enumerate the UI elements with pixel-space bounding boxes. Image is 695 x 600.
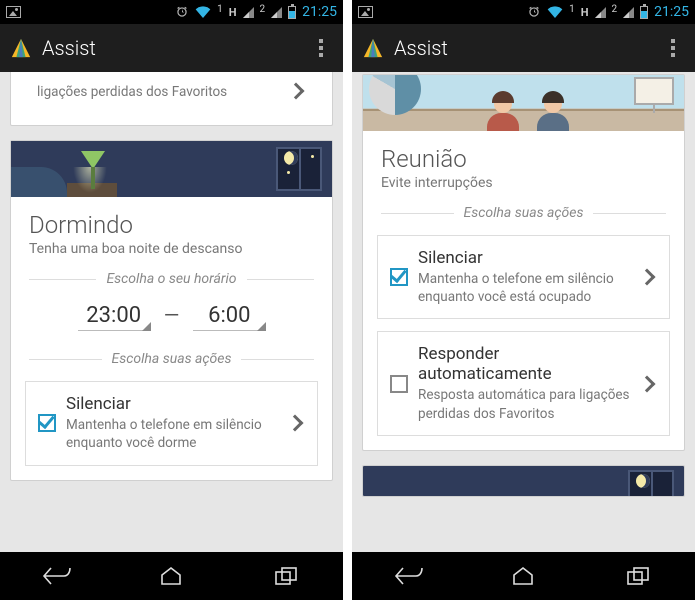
status-clock: 21:25 bbox=[654, 4, 689, 20]
sleep-card-hero bbox=[11, 141, 332, 197]
auto-reply-checkbox[interactable] bbox=[390, 375, 408, 393]
back-button[interactable] bbox=[17, 558, 97, 594]
silence-action-desc: Mantenha o telefone em silêncio enquanto… bbox=[66, 416, 279, 452]
action-bar: Assist bbox=[352, 24, 695, 72]
signal-sim1-icon bbox=[595, 7, 606, 18]
overflow-menu-button[interactable] bbox=[661, 36, 685, 60]
app-logo-icon bbox=[362, 37, 384, 59]
signal-sim2-icon bbox=[623, 7, 634, 18]
meeting-card-subtitle: Evite interrupções bbox=[381, 175, 666, 191]
previous-action-desc: ligações perdidas dos Favoritos bbox=[37, 83, 280, 101]
phone-left: 1 H 2 21:25 Assist ligações perdidas dos… bbox=[0, 0, 343, 600]
network-type-icon: H bbox=[229, 6, 237, 19]
auto-reply-action-title: Responder automaticamente bbox=[418, 344, 631, 384]
nav-bar bbox=[0, 552, 343, 600]
battery-icon bbox=[640, 6, 648, 19]
app-logo-icon bbox=[10, 37, 32, 59]
sleep-card-title: Dormindo bbox=[29, 211, 314, 239]
sleep-card: Dormindo Tenha uma boa noite de descanso… bbox=[10, 140, 333, 480]
home-button[interactable] bbox=[131, 558, 211, 594]
alarm-icon bbox=[175, 5, 189, 19]
chevron-right-icon bbox=[639, 269, 656, 286]
status-bar: 1 H 2 21:25 bbox=[352, 0, 695, 24]
time-dash: — bbox=[164, 303, 180, 327]
next-card-peek bbox=[362, 465, 685, 497]
home-button[interactable] bbox=[483, 558, 563, 594]
time-section-label: Escolha o seu horário bbox=[11, 263, 332, 295]
back-button[interactable] bbox=[369, 558, 449, 594]
battery-icon bbox=[288, 6, 296, 19]
start-time-picker[interactable]: 23:00 bbox=[78, 299, 150, 331]
app-title: Assist bbox=[394, 36, 661, 60]
recents-button[interactable] bbox=[598, 558, 678, 594]
content-area: Reunião Evite interrupções Escolha suas … bbox=[352, 72, 695, 552]
wifi-icon bbox=[547, 6, 563, 18]
silence-action-title: Silenciar bbox=[66, 394, 279, 414]
app-title: Assist bbox=[42, 36, 309, 60]
silence-action-title: Silenciar bbox=[418, 248, 631, 268]
wifi-icon bbox=[195, 6, 211, 18]
nav-bar bbox=[352, 552, 695, 600]
signal-sim1-icon bbox=[243, 7, 254, 18]
signal-sim2-icon bbox=[271, 7, 282, 18]
meeting-card-hero bbox=[363, 75, 684, 131]
meeting-card: Reunião Evite interrupções Escolha suas … bbox=[362, 74, 685, 451]
previous-card-partial: ligações perdidas dos Favoritos bbox=[10, 72, 333, 126]
chevron-right-icon bbox=[288, 83, 305, 100]
end-time-picker[interactable]: 6:00 bbox=[193, 299, 265, 331]
overflow-menu-button[interactable] bbox=[309, 36, 333, 60]
action-bar: Assist bbox=[0, 24, 343, 72]
silence-action-desc: Mantenha o telefone em silêncio enquanto… bbox=[418, 270, 631, 306]
chevron-right-icon bbox=[639, 375, 656, 392]
silence-action-item[interactable]: Silenciar Mantenha o telefone em silênci… bbox=[25, 381, 318, 465]
image-notification-icon bbox=[358, 6, 373, 18]
auto-reply-action-item[interactable]: Responder automaticamente Resposta autom… bbox=[377, 331, 670, 435]
chevron-right-icon bbox=[287, 415, 304, 432]
previous-action-item[interactable]: ligações perdidas dos Favoritos bbox=[25, 72, 318, 113]
recents-button[interactable] bbox=[246, 558, 326, 594]
sim2-label: 2 bbox=[260, 4, 266, 15]
phone-right: 1 H 2 21:25 Assist bbox=[352, 0, 695, 600]
network-type-icon: H bbox=[581, 6, 589, 19]
sleep-card-subtitle: Tenha uma boa noite de descanso bbox=[29, 241, 314, 257]
meeting-card-title: Reunião bbox=[381, 145, 666, 173]
sim1-label: 1 bbox=[569, 4, 575, 15]
auto-reply-action-desc: Resposta automática para ligações perdid… bbox=[418, 386, 631, 422]
sim1-label: 1 bbox=[217, 4, 223, 15]
silence-checkbox[interactable] bbox=[390, 268, 408, 286]
status-clock: 21:25 bbox=[302, 4, 337, 20]
silence-action-item[interactable]: Silenciar Mantenha o telefone em silênci… bbox=[377, 235, 670, 319]
image-notification-icon bbox=[6, 6, 21, 18]
status-bar: 1 H 2 21:25 bbox=[0, 0, 343, 24]
sim2-label: 2 bbox=[612, 4, 618, 15]
content-area: ligações perdidas dos Favoritos Dormindo… bbox=[0, 72, 343, 552]
alarm-icon bbox=[527, 5, 541, 19]
silence-checkbox[interactable] bbox=[38, 414, 56, 432]
time-range-row: 23:00 — 6:00 bbox=[11, 295, 332, 343]
actions-section-label: Escolha suas ações bbox=[363, 197, 684, 229]
actions-section-label: Escolha suas ações bbox=[11, 343, 332, 375]
